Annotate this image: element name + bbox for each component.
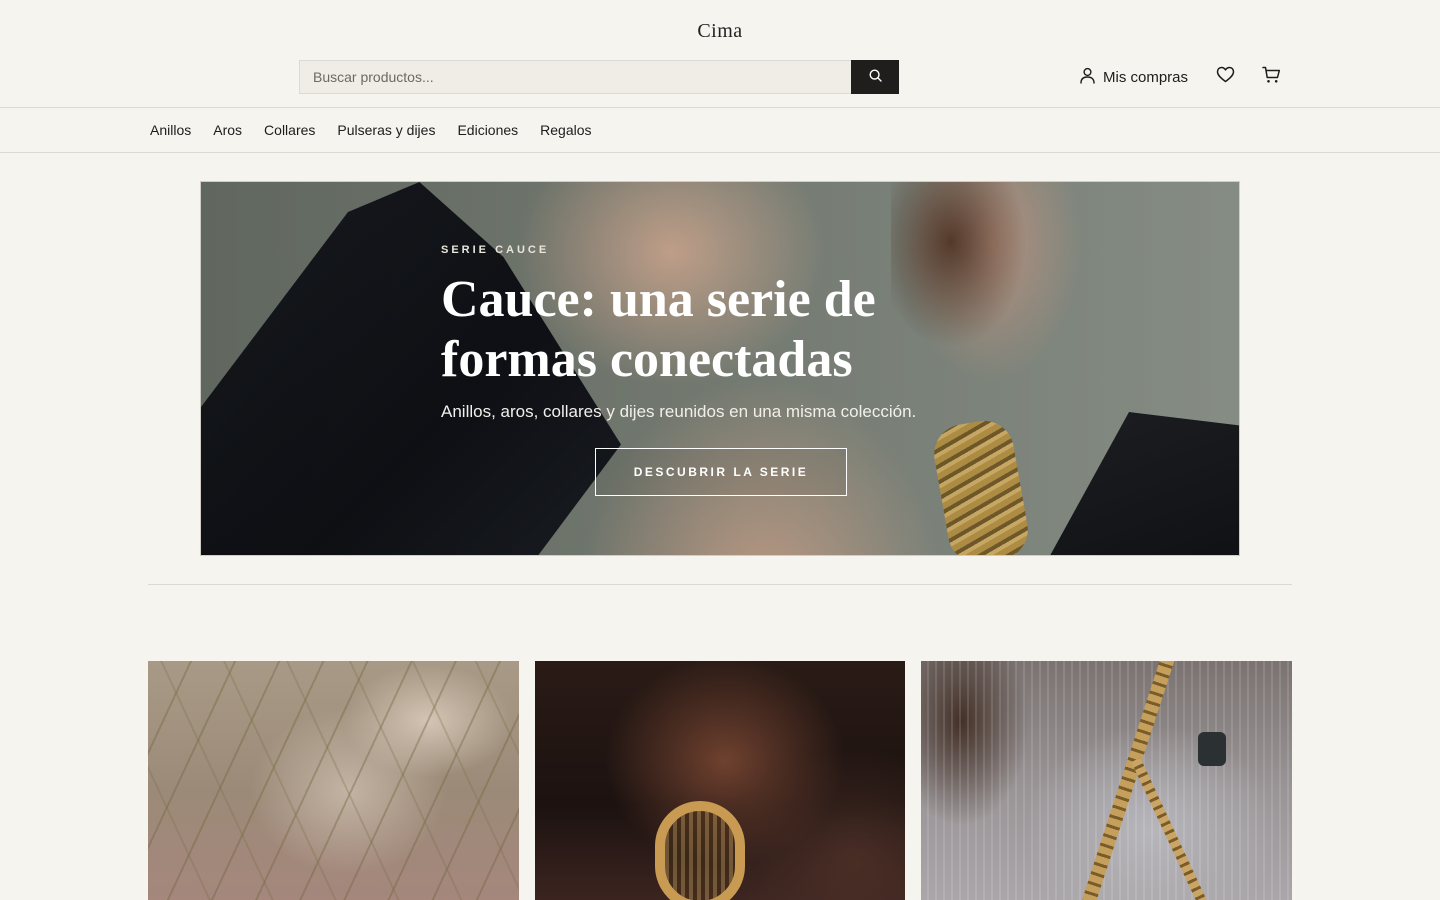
site-header: Cima Mis compras	[0, 0, 1440, 108]
discover-series-button[interactable]: DESCUBRIR LA SERIE	[595, 448, 847, 496]
hero-banner: SERIE CAUCE Cauce: una serie de formas c…	[200, 181, 1240, 556]
main-nav: Anillos Aros Collares Pulseras y dijes E…	[0, 108, 1440, 153]
hero-subtitle: Anillos, aros, collares y dijes reunidos…	[441, 402, 917, 421]
nav-item-anillos[interactable]: Anillos	[150, 122, 191, 138]
search-button[interactable]	[851, 60, 899, 94]
cart-icon	[1261, 66, 1281, 89]
user-icon	[1079, 67, 1096, 88]
nav-item-pulseras-y-dijes[interactable]: Pulseras y dijes	[337, 122, 435, 138]
section-divider	[148, 584, 1292, 585]
wishlist-button[interactable]	[1214, 66, 1236, 88]
hero-title: Cauce: una serie de formas conectadas	[441, 271, 876, 388]
search-input[interactable]	[299, 60, 851, 94]
search-icon	[868, 69, 882, 85]
hero-eyebrow: SERIE CAUCE	[441, 244, 550, 256]
nav-item-regalos[interactable]: Regalos	[540, 122, 591, 138]
heart-icon	[1216, 66, 1235, 88]
nav-item-ediciones[interactable]: Ediciones	[457, 122, 518, 138]
cart-button[interactable]	[1260, 66, 1282, 88]
brand-logo[interactable]: Cima	[0, 20, 1440, 43]
my-purchases-link[interactable]: Mis compras	[1079, 66, 1188, 88]
category-tile-image-1[interactable]	[148, 661, 519, 900]
nav-item-collares[interactable]: Collares	[264, 122, 315, 138]
nav-item-aros[interactable]: Aros	[213, 122, 242, 138]
my-purchases-label: Mis compras	[1103, 68, 1189, 86]
category-tile-image-2[interactable]	[535, 661, 905, 900]
category-tile-image-3[interactable]	[921, 661, 1292, 900]
search-form	[299, 60, 899, 94]
